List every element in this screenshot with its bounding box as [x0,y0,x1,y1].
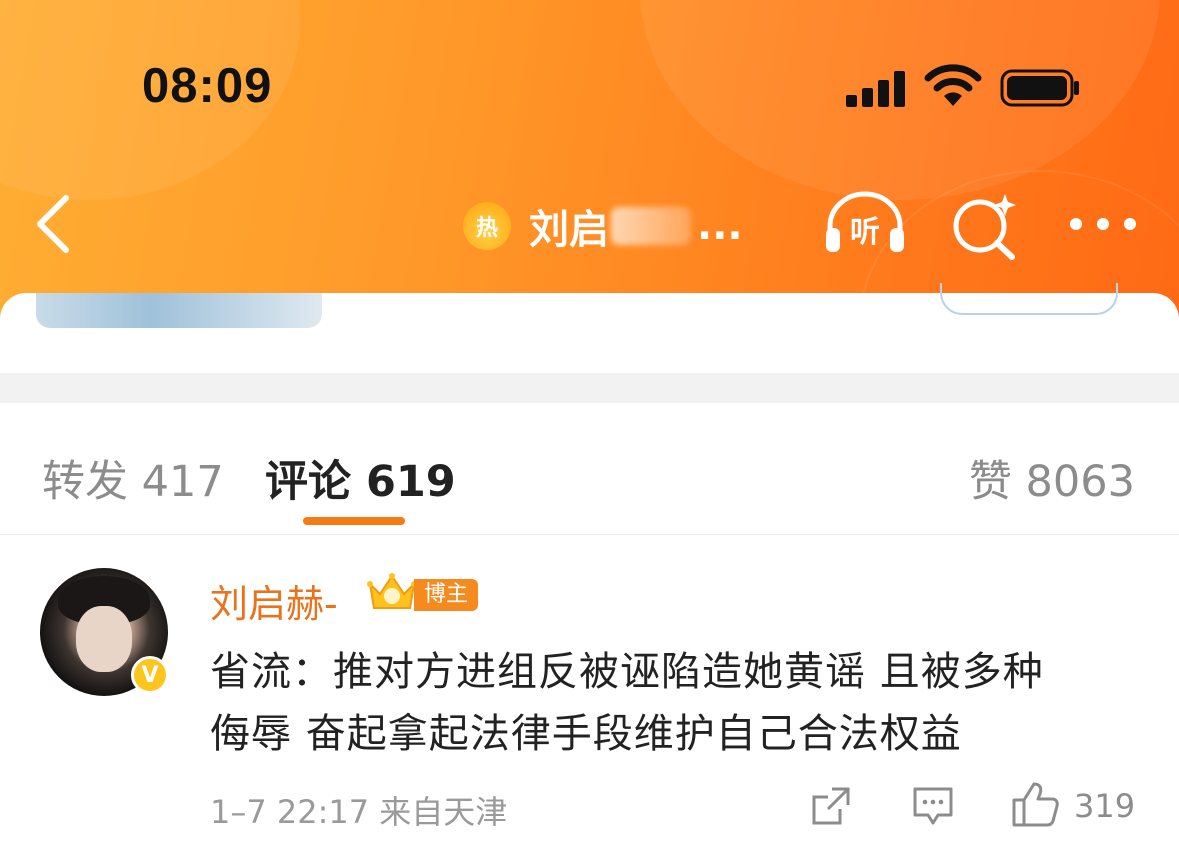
author-tag-badge: 博主 [414,579,479,611]
comment-text-line: 侮辱 奋起拿起法律手段维护自己合法权益 [210,711,962,757]
blurred-text [611,207,691,245]
comment-meta: 1–7 22:17 来自天津 [210,793,508,831]
tab-comment[interactable]: 评论 619 [265,447,456,509]
topic-title-text: 刘启 [529,207,609,253]
share-icon[interactable] [810,785,852,827]
verified-badge: V [131,656,169,694]
battery-icon [1000,69,1079,107]
status-time: 08:09 [142,59,273,113]
app-header: 08:09 热 刘启 ... 听 [0,0,1179,330]
tab-divider [0,534,1179,535]
action-pill-button[interactable] [940,283,1118,315]
thumbs-up-icon[interactable] [1010,780,1060,828]
comment-like-count: 319 [1074,787,1136,825]
title-ellipsis: ... [697,203,743,249]
hot-badge: 热 [463,202,511,250]
comment-reply-icon[interactable] [912,785,954,827]
listen-headphones-icon[interactable]: 听 [822,188,908,258]
comment-username[interactable]: 刘启赫- [210,573,338,628]
wifi-icon [924,64,982,106]
comment-text-line: 省流：推对方进组反被诬陷造她黄谣 且被多种 [210,649,1044,695]
post-detail-card: 转发 417 评论 619 赞 8063 V 刘启赫- 博主 省流：推对方进组反… [0,283,1179,861]
ai-search-icon[interactable] [950,190,1020,260]
topic-title[interactable]: 热 刘启 ... [463,198,743,254]
active-tab-indicator [303,517,405,525]
tab-like[interactable]: 赞 8063 [969,447,1135,509]
tab-repost[interactable]: 转发 417 [42,447,224,509]
comment-text: 省流：推对方进组反被诬陷造她黄谣 且被多种 侮辱 奋起拿起法律手段维护自己合法权… [210,641,1140,765]
post-image-thumbnail[interactable] [36,293,322,328]
section-divider [0,373,1179,403]
back-arrow-icon[interactable] [30,192,80,256]
crown-vip-icon [367,573,417,609]
listen-label: 听 [850,215,880,250]
cellular-signal-icon [846,71,906,107]
more-icon[interactable] [1066,212,1140,236]
